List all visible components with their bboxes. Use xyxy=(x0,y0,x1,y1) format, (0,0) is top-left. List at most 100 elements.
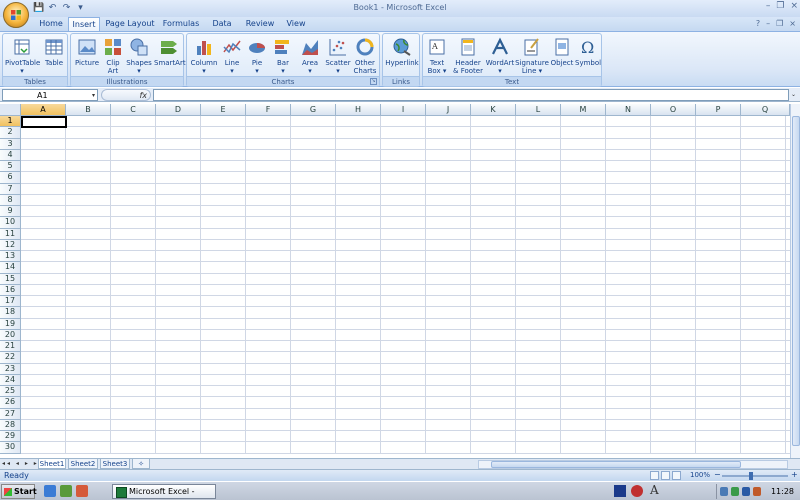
expand-formula-bar-icon[interactable]: ⌄ xyxy=(791,90,799,100)
font-app-icon[interactable]: A xyxy=(650,483,659,497)
column-header[interactable]: D xyxy=(156,104,201,116)
redo-icon[interactable]: ↷ xyxy=(61,3,72,14)
zoom-out-button[interactable]: − xyxy=(714,470,721,479)
tab-home[interactable]: Home xyxy=(34,17,68,31)
taskbar-excel-button[interactable]: Microsoft Excel - Book1 xyxy=(112,484,216,499)
vertical-scrollbar[interactable] xyxy=(790,104,800,458)
tray-network-icon[interactable] xyxy=(720,487,728,496)
row-header[interactable]: 27 xyxy=(0,408,21,420)
textbox-button[interactable]: A Text Box ▾ xyxy=(425,37,449,75)
pivottable-button[interactable]: PivotTable ▾ xyxy=(5,37,40,75)
formula-input[interactable] xyxy=(153,89,789,101)
active-cell-a1[interactable] xyxy=(21,116,67,128)
row-header[interactable]: 30 xyxy=(0,442,21,454)
vertical-scroll-thumb[interactable] xyxy=(792,116,800,446)
column-header[interactable]: K xyxy=(471,104,516,116)
explorer-icon[interactable] xyxy=(60,485,72,497)
column-header[interactable]: O xyxy=(651,104,696,116)
shapes-button[interactable]: Shapes ▾ xyxy=(125,37,153,75)
worksheet-grid[interactable]: A B C D E F G H I J K L M N O P Q 1 2 3 4 5 6 7 8 9 10 11 12 13 14 15 16… xyxy=(0,104,790,454)
area-chart-button[interactable]: Area ▾ xyxy=(297,37,323,75)
row-header[interactable]: 19 xyxy=(0,318,21,330)
media-icon[interactable] xyxy=(76,485,88,497)
horizontal-scroll-thumb[interactable] xyxy=(491,461,741,468)
symbol-button[interactable]: Ω Symbol xyxy=(575,37,601,67)
line-chart-button[interactable]: Line ▾ xyxy=(220,37,244,75)
sheet-tab-3[interactable]: Sheet3 xyxy=(100,459,130,469)
tab-formulas[interactable]: Formulas xyxy=(160,17,202,31)
bar-chart-button[interactable]: Bar ▾ xyxy=(271,37,295,75)
restore-window-button[interactable]: ❐ xyxy=(776,1,784,11)
tray-security-icon[interactable] xyxy=(731,487,739,496)
column-header[interactable]: E xyxy=(201,104,246,116)
tab-review[interactable]: Review xyxy=(242,17,278,31)
header-footer-button[interactable]: Header & Footer xyxy=(451,37,485,75)
column-header[interactable]: I xyxy=(381,104,426,116)
row-header[interactable]: 1 xyxy=(0,116,21,128)
column-header[interactable]: G xyxy=(291,104,336,116)
smartart-button[interactable]: SmartArt xyxy=(154,37,186,67)
row-header[interactable]: 24 xyxy=(0,374,21,386)
row-header[interactable]: 9 xyxy=(0,206,21,218)
row-header[interactable]: 10 xyxy=(0,217,21,229)
tray-app-icon-2[interactable] xyxy=(631,485,643,497)
column-header[interactable]: Q xyxy=(741,104,790,116)
column-header[interactable]: A xyxy=(21,104,66,116)
tray-volume-icon[interactable] xyxy=(753,487,761,496)
row-header[interactable]: 29 xyxy=(0,431,21,443)
table-button[interactable]: Table xyxy=(41,37,67,67)
row-header[interactable]: 4 xyxy=(0,149,21,161)
undo-icon[interactable]: ↶ xyxy=(47,3,58,14)
page-break-view-icon[interactable] xyxy=(672,471,681,480)
tab-data[interactable]: Data xyxy=(208,17,236,31)
minimize-workbook-button[interactable]: – xyxy=(766,19,770,28)
zoom-level[interactable]: 100% xyxy=(690,471,710,479)
sheet-tab-1[interactable]: Sheet1 xyxy=(38,459,66,469)
tab-page-layout[interactable]: Page Layout xyxy=(104,17,156,31)
row-header[interactable]: 28 xyxy=(0,419,21,431)
tab-insert[interactable]: Insert xyxy=(68,17,100,32)
row-header[interactable]: 6 xyxy=(0,172,21,184)
start-button[interactable]: Start xyxy=(1,484,37,499)
insert-function-button[interactable]: fx xyxy=(101,89,151,101)
row-header[interactable]: 11 xyxy=(0,228,21,240)
zoom-slider[interactable] xyxy=(722,475,788,477)
picture-button[interactable]: Picture xyxy=(73,37,101,67)
column-header[interactable]: F xyxy=(246,104,291,116)
customize-qat-icon[interactable]: ▾ xyxy=(75,3,86,14)
ie-icon[interactable] xyxy=(44,485,56,497)
row-header[interactable]: 2 xyxy=(0,127,21,139)
zoom-slider-knob[interactable] xyxy=(749,472,753,480)
restore-workbook-button[interactable]: ❐ xyxy=(776,19,783,28)
row-header[interactable]: 13 xyxy=(0,251,21,263)
row-header[interactable]: 17 xyxy=(0,296,21,308)
signature-line-button[interactable]: Signature Line ▾ xyxy=(515,37,549,75)
tab-view[interactable]: View xyxy=(282,17,310,31)
row-header[interactable]: 20 xyxy=(0,329,21,341)
hyperlink-button[interactable]: Hyperlink xyxy=(384,37,420,67)
pie-chart-button[interactable]: Pie ▾ xyxy=(245,37,269,75)
row-header[interactable]: 25 xyxy=(0,386,21,398)
row-header[interactable]: 16 xyxy=(0,284,21,296)
row-header[interactable]: 5 xyxy=(0,161,21,173)
row-header[interactable]: 3 xyxy=(0,138,21,150)
close-window-button[interactable]: × xyxy=(790,1,798,11)
column-header[interactable]: J xyxy=(426,104,471,116)
close-workbook-button[interactable]: × xyxy=(789,19,796,28)
column-header[interactable]: B xyxy=(66,104,111,116)
sheet-tab-2[interactable]: Sheet2 xyxy=(68,459,98,469)
row-header[interactable]: 22 xyxy=(0,352,21,364)
clipart-button[interactable]: Clip Art xyxy=(102,37,124,75)
column-header[interactable]: L xyxy=(516,104,561,116)
page-layout-view-icon[interactable] xyxy=(661,471,670,480)
object-button[interactable]: Object xyxy=(549,37,575,67)
column-header[interactable]: C xyxy=(111,104,156,116)
insert-sheet-icon[interactable]: ✧ xyxy=(132,459,150,469)
scatter-chart-button[interactable]: Scatter ▾ xyxy=(324,37,352,75)
row-header[interactable]: 12 xyxy=(0,239,21,251)
normal-view-icon[interactable] xyxy=(650,471,659,480)
column-chart-button[interactable]: Column ▾ xyxy=(189,37,219,75)
column-header[interactable]: N xyxy=(606,104,651,116)
name-box[interactable]: A1 ▾ xyxy=(2,89,98,101)
row-header[interactable]: 8 xyxy=(0,194,21,206)
